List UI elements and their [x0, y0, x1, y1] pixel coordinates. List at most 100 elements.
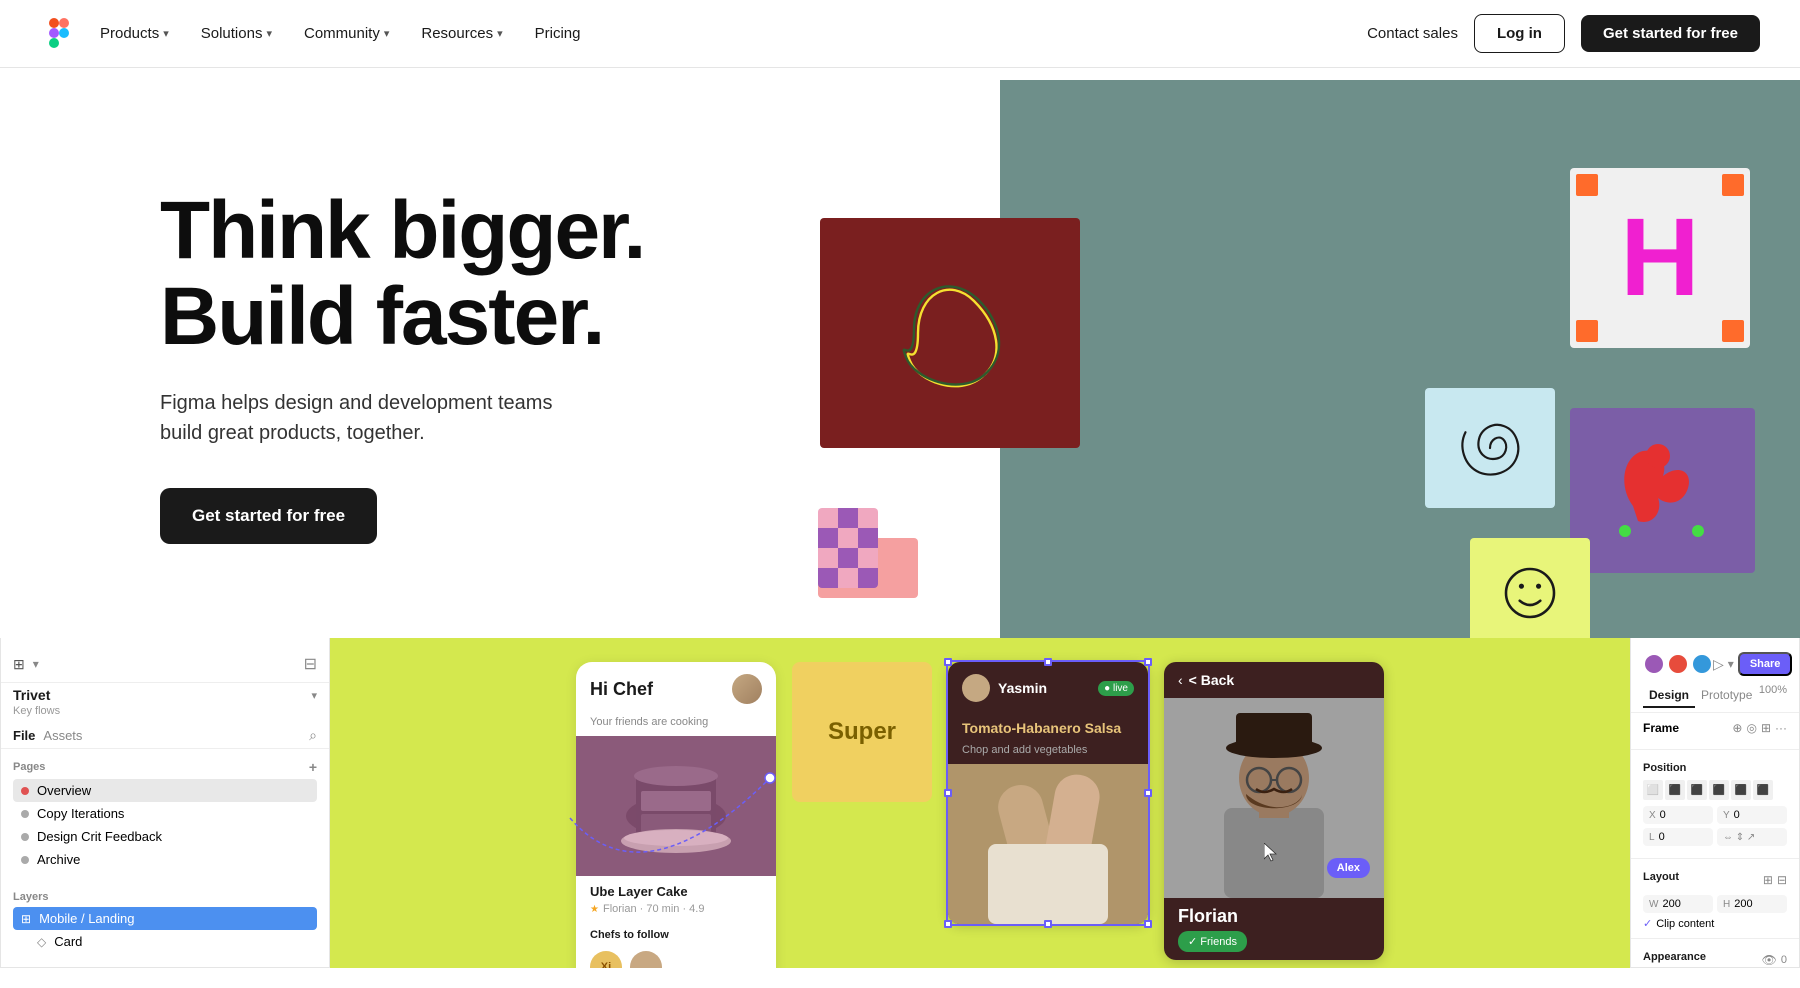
figma-logo — [40, 15, 78, 53]
play-icon[interactable]: ▷ — [1713, 656, 1724, 673]
add-page-icon[interactable]: + — [309, 759, 317, 775]
frame-section: Frame ⊕ ◎ ⊞ ··· — [1631, 713, 1799, 745]
nav-products[interactable]: Products ▾ — [86, 17, 183, 50]
page-copy-iterations[interactable]: Copy Iterations — [13, 802, 317, 825]
spiral-svg — [1455, 413, 1525, 483]
canvas-area: Hi Chef Your friends are cooking — [330, 638, 1630, 968]
zoom-level[interactable]: 100% — [1759, 684, 1787, 708]
page-dot-gray2 — [21, 833, 29, 841]
profile-image: Alex — [1164, 698, 1384, 898]
tab-prototype[interactable]: Prototype — [1695, 684, 1758, 708]
login-button[interactable]: Log in — [1474, 14, 1565, 53]
frame-icon-3[interactable]: ⊞ — [1761, 721, 1771, 735]
checker-pattern — [818, 508, 878, 588]
align-btn-3[interactable]: ⬛ — [1687, 780, 1707, 800]
avatar-purple — [1643, 653, 1665, 675]
y-field[interactable]: Y 0 — [1717, 806, 1787, 824]
layers-section: Layers ⊞ Mobile / Landing ◇ Card — [1, 877, 329, 959]
checkmark-icon: ✓ — [1643, 917, 1652, 930]
hero-illustration: H — [760, 148, 1760, 638]
get-started-nav-button[interactable]: Get started for free — [1581, 15, 1760, 52]
assets-tab[interactable]: Assets — [43, 728, 82, 743]
align-btn-4[interactable]: ⬛ — [1709, 780, 1729, 800]
purple-card — [1570, 408, 1755, 573]
cooking-svg — [948, 764, 1148, 924]
cake-name: Ube Layer Cake — [576, 876, 776, 903]
x-label: X — [1649, 810, 1656, 821]
eye-icon[interactable]: 👁 — [1762, 953, 1777, 967]
blob-card — [820, 218, 1080, 448]
yasmin-header: Yasmin ● live — [948, 662, 1148, 714]
hero-title: Think bigger. Build faster. — [160, 188, 720, 360]
page-overview[interactable]: Overview — [13, 779, 317, 802]
community-chevron-icon: ▾ — [384, 27, 390, 40]
avatar-red — [1667, 653, 1689, 675]
frame-icon-2[interactable]: ◎ — [1746, 721, 1756, 735]
hero-cta-button[interactable]: Get started for free — [160, 488, 377, 544]
lh-row: L 0 ⇔ ⇕ ↗ — [1643, 828, 1787, 846]
yasmin-dish: Tomato-Habanero Salsa — [948, 714, 1148, 742]
nav-pricing[interactable]: Pricing — [521, 17, 595, 50]
l-label: L — [1649, 832, 1655, 843]
frame-icon-4[interactable]: ··· — [1775, 721, 1787, 735]
y-value[interactable]: 0 — [1734, 809, 1740, 821]
nav-links: Products ▾ Solutions ▾ Community ▾ Resou… — [86, 17, 594, 50]
h-value[interactable]: 200 — [1734, 898, 1752, 910]
align-btn-2[interactable]: ⬛ — [1665, 780, 1685, 800]
search-icon[interactable]: ⌕ — [309, 727, 317, 744]
opacity-value[interactable]: 0 — [1781, 954, 1787, 966]
key-flows-label: Key flows — [1, 705, 329, 723]
align-btn-1[interactable]: ⬜ — [1643, 780, 1663, 800]
chef-xi-avatar: Xi — [590, 951, 622, 968]
page-design-crit[interactable]: Design Crit Feedback — [13, 825, 317, 848]
yasmin-card-wrapper: Yasmin ● live Tomato-Habanero Salsa Chop… — [948, 662, 1148, 924]
cursor-svg — [1264, 843, 1280, 863]
hi-chef-title: Hi Chef — [590, 679, 653, 700]
share-button[interactable]: Share — [1738, 652, 1793, 676]
h-letter: H — [1620, 203, 1699, 313]
r-field[interactable]: ⇔ ⇕ ↗ — [1717, 828, 1787, 846]
w-field[interactable]: W 200 — [1643, 895, 1713, 913]
nav-solutions[interactable]: Solutions ▾ — [187, 17, 286, 50]
hi-chef-header: Hi Chef — [576, 662, 776, 716]
align-btn-6[interactable]: ⬛ — [1753, 780, 1773, 800]
hi-chef-avatar — [732, 674, 762, 704]
pages-label: Pages — [13, 761, 45, 773]
layer-mobile-landing[interactable]: ⊞ Mobile / Landing — [13, 907, 317, 930]
h-field[interactable]: H 200 — [1717, 895, 1787, 913]
divider-1 — [1631, 749, 1799, 750]
l-field[interactable]: L 0 — [1643, 828, 1713, 846]
position-section: Position ⬜ ⬛ ⬛ ⬛ ⬛ ⬛ X 0 Y 0 — [1631, 754, 1799, 854]
l-value[interactable]: 0 — [1659, 831, 1665, 843]
nav-resources[interactable]: Resources ▾ — [407, 17, 516, 50]
align-btn-5[interactable]: ⬛ — [1731, 780, 1751, 800]
avatar-blue — [1691, 653, 1713, 675]
super-yellow-bg: Super — [792, 662, 932, 802]
layout-label: Layout — [1643, 871, 1679, 883]
cursor-indicator — [1264, 843, 1280, 868]
red-figure-svg — [1603, 426, 1723, 556]
file-tab[interactable]: File — [13, 728, 35, 743]
align-buttons: ⬜ ⬛ ⬛ ⬛ ⬛ ⬛ — [1643, 780, 1787, 800]
page-archive[interactable]: Archive — [13, 848, 317, 871]
appearance-section: Appearance 👁 0 □ 100% — [1631, 943, 1799, 968]
x-value[interactable]: 0 — [1660, 809, 1666, 821]
x-field[interactable]: X 0 — [1643, 806, 1713, 824]
w-value[interactable]: 200 — [1662, 898, 1680, 910]
toolbar-arrow: ▾ — [33, 657, 39, 671]
frame-icon-1[interactable]: ⊕ — [1732, 721, 1742, 735]
tab-design[interactable]: Design — [1643, 684, 1695, 708]
layout-icon-1[interactable]: ⊞ — [1763, 873, 1773, 887]
layout-icon-2[interactable]: ⊟ — [1777, 873, 1787, 887]
contact-sales-link[interactable]: Contact sales — [1367, 25, 1458, 42]
smiley-card — [1470, 538, 1590, 638]
page-dot-red — [21, 787, 29, 795]
design-panel: ▷ ▾ Share Design Prototype 100% Frame ⊕ … — [1630, 638, 1800, 968]
chef-2-avatar — [630, 951, 662, 968]
layer-card[interactable]: ◇ Card — [13, 930, 317, 953]
cake-meta: ★ Florian · 70 min · 4.9 — [576, 903, 776, 923]
back-header: ‹ < Back — [1164, 662, 1384, 698]
nav-community[interactable]: Community ▾ — [290, 17, 403, 50]
friends-badge-row: ✓ Friends — [1164, 931, 1384, 960]
play-chevron-icon: ▾ — [1728, 657, 1734, 671]
